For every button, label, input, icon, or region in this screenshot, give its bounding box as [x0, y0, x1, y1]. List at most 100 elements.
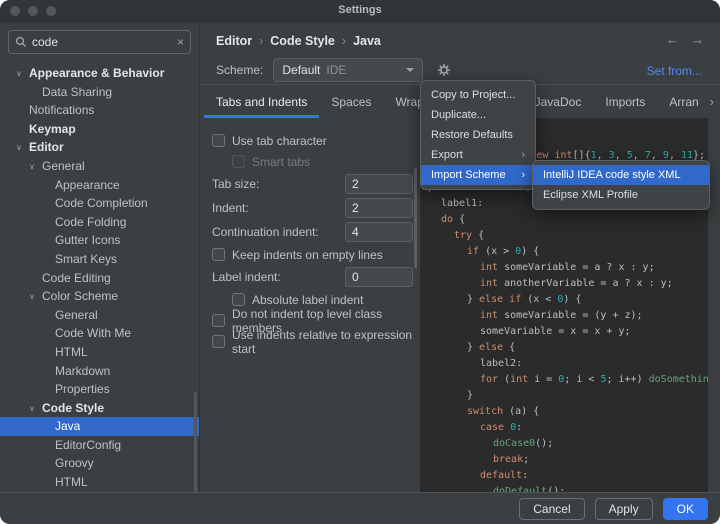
- field-row-indent: Indent:: [212, 196, 420, 220]
- scheme-menu: Copy to Project...Duplicate...Restore De…: [420, 80, 536, 190]
- sidebar-item-general[interactable]: General: [0, 306, 199, 325]
- input-indent[interactable]: [345, 198, 413, 218]
- sidebar-item-html[interactable]: HTML: [0, 473, 199, 492]
- sidebar-item-code-editing[interactable]: Code Editing: [0, 269, 199, 288]
- search-input[interactable]: [32, 35, 177, 49]
- submenu-arrow-icon: ›: [513, 145, 525, 165]
- back-icon[interactable]: ←: [666, 32, 679, 47]
- menu-item-duplicate[interactable]: Duplicate...: [421, 105, 535, 125]
- sidebar-item-appearance-behavior[interactable]: ∨Appearance & Behavior: [0, 64, 199, 83]
- tab-spaces[interactable]: Spaces: [319, 88, 383, 118]
- sidebar-item-properties[interactable]: Properties: [0, 380, 199, 399]
- sidebar-item-notifications[interactable]: Notifications: [0, 101, 199, 120]
- code-line: } else {: [428, 340, 708, 356]
- scheme-row: Scheme: Default IDE: [216, 58, 451, 82]
- menu-item-restore-defaults[interactable]: Restore Defaults: [421, 125, 535, 145]
- search-field[interactable]: ×: [8, 30, 191, 54]
- sidebar-item-groovy[interactable]: Groovy: [0, 454, 199, 473]
- field-row-continuation-indent: Continuation indent:: [212, 220, 420, 244]
- tab-overflow-icon[interactable]: ›: [710, 94, 714, 109]
- form-panel: Use tab character Smart tabs Tab size: Inde…: [200, 118, 420, 352]
- set-from-link[interactable]: Set from...: [647, 64, 702, 78]
- field-label: Tab size:: [212, 177, 345, 191]
- code-line: case 0:: [428, 420, 708, 436]
- code-line: int someVariable = (y + z);: [428, 308, 708, 324]
- menu-item-label: Export: [431, 145, 463, 165]
- sidebar-item-appearance[interactable]: Appearance: [0, 176, 199, 195]
- submenu-arrow-icon: ›: [513, 165, 525, 185]
- checkbox-smart-tabs[interactable]: Smart tabs: [232, 151, 420, 172]
- sidebar-item-editorconfig[interactable]: EditorConfig: [0, 436, 199, 455]
- sidebar-item-code-completion[interactable]: Code Completion: [0, 194, 199, 213]
- gear-icon: [437, 63, 451, 77]
- sidebar-item-label: Markdown: [55, 364, 110, 378]
- checkbox-label: Use tab character: [232, 134, 327, 148]
- tab-imports[interactable]: Imports: [593, 88, 657, 118]
- footer: Cancel Apply OK: [0, 492, 720, 524]
- sidebar-item-java[interactable]: Java: [0, 417, 199, 436]
- sidebar-item-color-scheme[interactable]: ∨Color Scheme: [0, 287, 199, 306]
- sidebar-item-markdown[interactable]: Markdown: [0, 362, 199, 381]
- checkbox-use-indents-relative-to-expression-start[interactable]: Use indents relative to expression start: [212, 331, 420, 352]
- submenu-item-eclipse-xml-profile[interactable]: Eclipse XML Profile: [533, 185, 709, 205]
- sidebar-scrollbar[interactable]: [194, 392, 197, 492]
- sidebar-item-label: HTML: [55, 475, 88, 489]
- sidebar-item-label: Data Sharing: [42, 85, 112, 99]
- ok-button[interactable]: OK: [663, 498, 708, 520]
- sidebar-item-code-folding[interactable]: Code Folding: [0, 213, 199, 232]
- field-label: Indent:: [212, 201, 345, 215]
- chevron-down-icon: ∨: [16, 139, 29, 158]
- input-tab-size[interactable]: [345, 174, 413, 194]
- chevron-down-icon: ∨: [16, 65, 29, 84]
- checkbox-box: [212, 134, 225, 147]
- sidebar-item-smart-keys[interactable]: Smart Keys: [0, 250, 199, 269]
- menu-item-export[interactable]: Export ›: [421, 145, 535, 165]
- menu-item-copy-to-project[interactable]: Copy to Project...: [421, 85, 535, 105]
- input-continuation-indent[interactable]: [345, 222, 413, 242]
- checkbox-use-tab-character[interactable]: Use tab character: [212, 130, 420, 151]
- checkbox-label: Absolute label indent: [252, 293, 363, 307]
- titlebar: Settings: [0, 0, 720, 22]
- chevron-down-icon: ∨: [29, 158, 42, 177]
- sidebar-item-label: Color Scheme: [42, 289, 118, 303]
- form-scrollbar[interactable]: [414, 168, 417, 268]
- sidebar-item-code-style[interactable]: ∨Code Style: [0, 399, 199, 418]
- code-line: break;: [428, 452, 708, 468]
- sidebar-item-label: Appearance: [55, 178, 120, 192]
- clear-search-icon[interactable]: ×: [177, 35, 184, 49]
- sidebar-item-general[interactable]: ∨General: [0, 157, 199, 176]
- code-line: int anotherVariable = a ? x : y;: [428, 276, 708, 292]
- sidebar-item-label: General: [42, 159, 85, 173]
- cancel-button[interactable]: Cancel: [519, 498, 584, 520]
- tab-arrangement[interactable]: Arrangement: [657, 88, 698, 118]
- tab-tabs-and-indents[interactable]: Tabs and Indents: [204, 88, 319, 118]
- scheme-tag: IDE: [326, 63, 346, 77]
- breadcrumb-segment: Editor: [216, 34, 252, 48]
- code-line: }: [428, 388, 708, 404]
- chevron-down-icon: ∨: [29, 400, 42, 419]
- forward-icon[interactable]: →: [691, 32, 704, 47]
- input-label-indent[interactable]: [345, 267, 413, 287]
- sidebar-item-label: Code Completion: [55, 196, 148, 210]
- chevron-down-icon: ∨: [29, 288, 42, 307]
- sidebar-item-code-with-me[interactable]: Code With Me: [0, 324, 199, 343]
- submenu-item-intellij-idea-code-style-xml[interactable]: IntelliJ IDEA code style XML: [533, 165, 709, 185]
- sidebar-item-editor[interactable]: ∨Editor: [0, 138, 199, 157]
- menu-item-import-scheme[interactable]: Import Scheme›: [421, 165, 535, 185]
- sidebar-item-keymap[interactable]: Keymap: [0, 120, 199, 139]
- search-icon: [15, 36, 27, 48]
- checkbox-keep-indents-on-empty-lines[interactable]: Keep indents on empty lines: [212, 244, 420, 265]
- checkbox-label: Smart tabs: [252, 155, 310, 169]
- sidebar-item-html[interactable]: HTML: [0, 343, 199, 362]
- sidebar-item-gutter-icons[interactable]: Gutter Icons: [0, 231, 199, 250]
- sidebar-item-data-sharing[interactable]: Data Sharing: [0, 83, 199, 102]
- scheme-dropdown[interactable]: Default IDE: [273, 58, 423, 82]
- sidebar-item-label: EditorConfig: [55, 438, 121, 452]
- import-scheme-submenu: IntelliJ IDEA code style XMLEclipse XML …: [532, 160, 710, 210]
- apply-button[interactable]: Apply: [595, 498, 653, 520]
- code-line: doCase0();: [428, 436, 708, 452]
- code-line: do {: [428, 212, 708, 228]
- code-line: someVariable = x = x + y;: [428, 324, 708, 340]
- code-line: for (int i = 0; i < 5; i++) doSomething(…: [428, 372, 708, 388]
- scheme-actions-button[interactable]: [437, 63, 451, 77]
